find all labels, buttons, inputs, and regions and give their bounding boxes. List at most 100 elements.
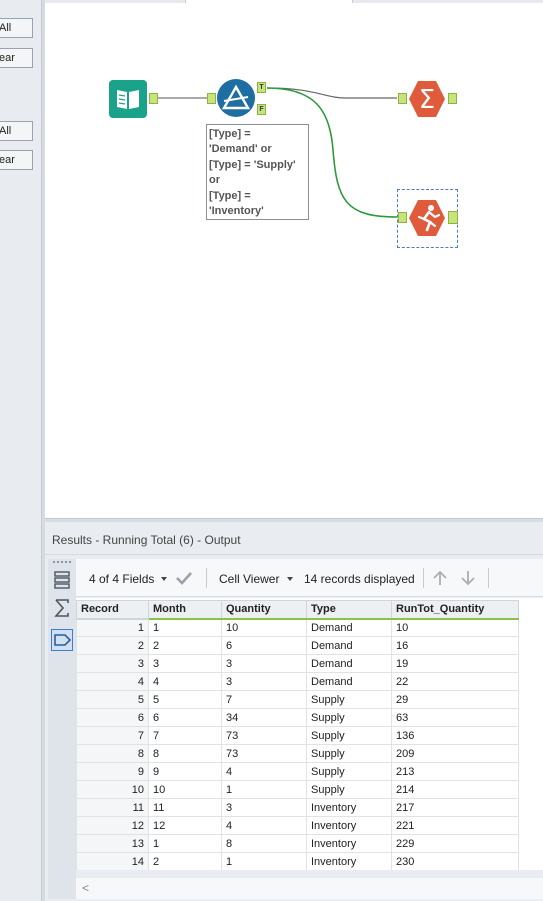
table-cell[interactable]: 22: [391, 672, 519, 691]
table-cell[interactable]: 7: [148, 726, 222, 745]
table-cell[interactable]: 10: [76, 780, 149, 799]
column-header-month[interactable]: Month: [148, 600, 222, 620]
table-cell[interactable]: Demand: [306, 654, 392, 673]
table-row[interactable]: 5 5 7 Supply 29: [76, 690, 519, 709]
grip-handle[interactable]: [53, 561, 71, 564]
table-cell[interactable]: 213: [391, 762, 519, 781]
table-cell[interactable]: 217: [391, 798, 519, 817]
fields-chevron-down-icon[interactable]: [161, 577, 167, 581]
table-cell[interactable]: 221: [391, 816, 519, 835]
table-cell[interactable]: 6: [148, 708, 222, 727]
filter-tool[interactable]: [217, 79, 255, 117]
table-cell[interactable]: 2: [148, 852, 222, 870]
table-row[interactable]: 9 9 4 Supply 213: [76, 762, 519, 781]
workflow-canvas[interactable]: T F [Type] = 'Demand' or [Type] = 'Suppl…: [45, 0, 543, 518]
table-cell[interactable]: 209: [391, 744, 519, 763]
table-cell[interactable]: 8: [148, 744, 222, 763]
table-cell[interactable]: 19: [391, 654, 519, 673]
table-cell[interactable]: Supply: [306, 744, 392, 763]
table-cell[interactable]: 214: [391, 780, 519, 799]
table-cell[interactable]: 5: [148, 690, 222, 709]
table-cell[interactable]: 8: [76, 744, 149, 763]
column-header-runtot-quantity[interactable]: RunTot_Quantity: [391, 600, 519, 620]
filter-input-anchor[interactable]: [207, 93, 216, 104]
table-cell[interactable]: 5: [76, 690, 149, 709]
table-cell[interactable]: 3: [148, 654, 222, 673]
table-cell[interactable]: 12: [148, 816, 222, 835]
table-cell[interactable]: Demand: [306, 618, 392, 637]
table-cell[interactable]: 11: [76, 798, 149, 817]
table-cell[interactable]: Demand: [306, 636, 392, 655]
table-cell[interactable]: 1: [148, 618, 222, 637]
checkmark-icon[interactable]: [174, 568, 194, 591]
table-cell[interactable]: 11: [148, 798, 222, 817]
table-row[interactable]: 10 10 1 Supply 214: [76, 780, 519, 799]
table-cell[interactable]: 229: [391, 834, 519, 853]
arrow-up-icon[interactable]: [431, 569, 449, 590]
table-cell[interactable]: 16: [391, 636, 519, 655]
table-row[interactable]: 6 6 34 Supply 63: [76, 708, 519, 727]
table-cell[interactable]: 9: [76, 762, 149, 781]
table-row[interactable]: 7 7 73 Supply 136: [76, 726, 519, 745]
table-cell[interactable]: 73: [221, 744, 307, 763]
table-cell[interactable]: 1: [221, 852, 307, 870]
table-cell[interactable]: 34: [221, 708, 307, 727]
column-header-quantity[interactable]: Quantity: [221, 600, 307, 620]
table-cell[interactable]: Inventory: [306, 852, 392, 870]
table-row[interactable]: 12 12 4 Inventory 221: [76, 816, 519, 835]
runningtotal-input-anchor[interactable]: [398, 212, 407, 223]
table-cell[interactable]: 6: [221, 636, 307, 655]
table-cell[interactable]: Supply: [306, 690, 392, 709]
table-cell[interactable]: 12: [76, 816, 149, 835]
table-cell[interactable]: 10: [221, 618, 307, 637]
horizontal-scrollbar[interactable]: <: [76, 878, 543, 899]
table-cell[interactable]: 14: [76, 852, 149, 870]
table-cell[interactable]: 73: [221, 726, 307, 745]
clear-button-1[interactable]: ear: [0, 48, 33, 68]
viewer-chevron-down-icon[interactable]: [287, 577, 293, 581]
table-cell[interactable]: 10: [391, 618, 519, 637]
summarize-input-anchor[interactable]: [398, 93, 407, 104]
table-row[interactable]: 1 1 10 Demand 10: [76, 618, 519, 637]
column-header-record[interactable]: Record: [76, 600, 149, 620]
summarize-output-anchor[interactable]: [448, 93, 457, 104]
table-cell[interactable]: Supply: [306, 708, 392, 727]
table-cell[interactable]: 3: [221, 654, 307, 673]
table-cell[interactable]: 10: [148, 780, 222, 799]
table-row[interactable]: 4 4 3 Demand 22: [76, 672, 519, 691]
table-cell[interactable]: Inventory: [306, 798, 392, 817]
table-cell[interactable]: 7: [76, 726, 149, 745]
table-row[interactable]: 8 8 73 Supply 209: [76, 744, 519, 763]
table-cell[interactable]: Supply: [306, 780, 392, 799]
summarize-tool[interactable]: Σ: [408, 80, 446, 118]
scroll-left-icon[interactable]: <: [82, 881, 89, 895]
results-grid[interactable]: Record Month Quantity Type RunTot_Quanti…: [76, 598, 543, 870]
table-cell[interactable]: 4: [76, 672, 149, 691]
table-view-icon[interactable]: [51, 569, 73, 591]
table-cell[interactable]: 7: [221, 690, 307, 709]
table-cell[interactable]: 63: [391, 708, 519, 727]
table-cell[interactable]: 29: [391, 690, 519, 709]
column-header-type[interactable]: Type: [306, 600, 392, 620]
runningtotal-output-anchor[interactable]: [448, 211, 458, 224]
table-cell[interactable]: 6: [76, 708, 149, 727]
table-cell[interactable]: 3: [221, 798, 307, 817]
table-cell[interactable]: 1: [221, 780, 307, 799]
table-cell[interactable]: 4: [221, 816, 307, 835]
table-cell[interactable]: 1: [148, 834, 222, 853]
input-output-anchor[interactable]: [149, 93, 158, 104]
table-row[interactable]: 2 2 6 Demand 16: [76, 636, 519, 655]
table-cell[interactable]: Inventory: [306, 834, 392, 853]
table-cell[interactable]: 13: [76, 834, 149, 853]
table-cell[interactable]: 3: [221, 672, 307, 691]
table-cell[interactable]: 1: [76, 618, 149, 637]
filter-false-anchor[interactable]: F: [257, 104, 266, 115]
table-cell[interactable]: Supply: [306, 762, 392, 781]
select-all-button-1[interactable]: All: [0, 18, 33, 38]
table-cell[interactable]: 2: [148, 636, 222, 655]
table-cell[interactable]: 2: [76, 636, 149, 655]
table-row[interactable]: 14 2 1 Inventory 230: [76, 852, 519, 870]
arrow-down-icon[interactable]: [459, 569, 477, 590]
table-cell[interactable]: 8: [221, 834, 307, 853]
table-cell[interactable]: 4: [221, 762, 307, 781]
